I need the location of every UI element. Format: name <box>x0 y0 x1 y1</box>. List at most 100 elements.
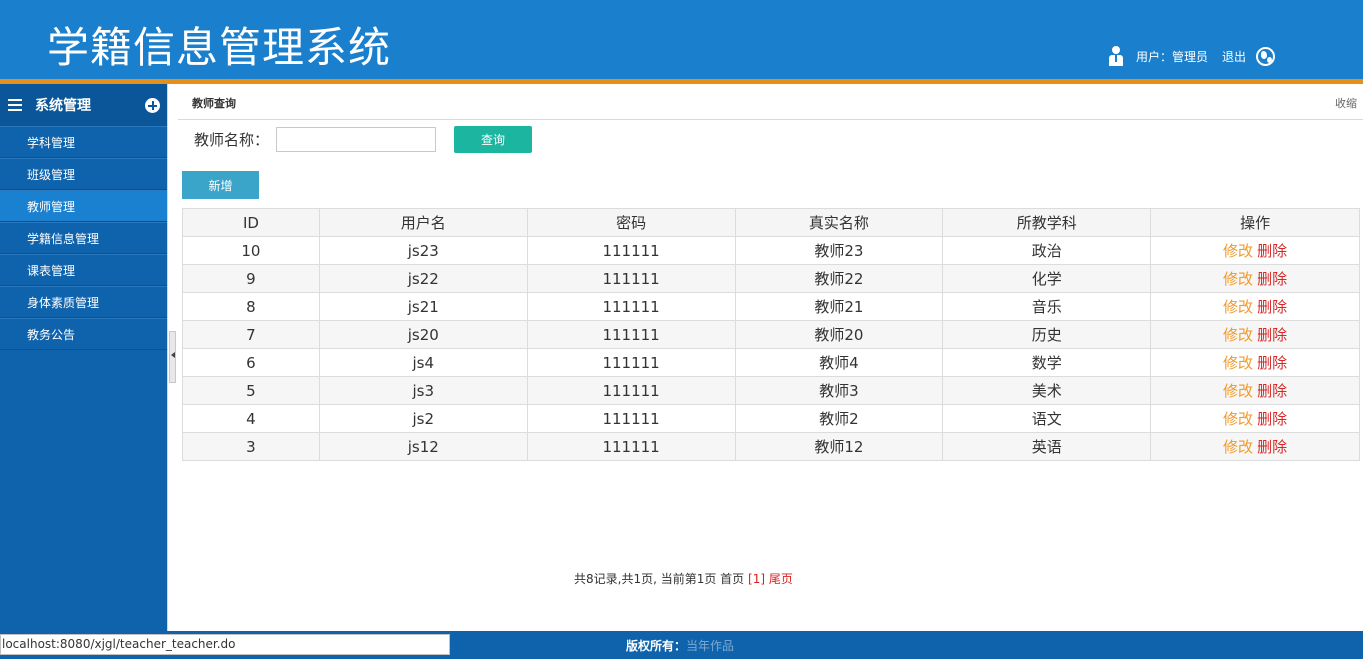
cell-password: 111111 <box>526 432 736 461</box>
pager-last-link[interactable]: 尾页 <box>769 572 793 586</box>
sidebar-item-fitness[interactable]: 身体素质管理 <box>0 286 167 318</box>
edit-link[interactable]: 修改 <box>1223 354 1253 372</box>
cell-username: js23 <box>318 236 528 265</box>
cell-subject: 语文 <box>942 404 1152 433</box>
cell-realname: 教师22 <box>734 264 944 293</box>
cell-id: 6 <box>182 348 320 377</box>
edit-link[interactable]: 修改 <box>1223 242 1253 260</box>
cell-password: 111111 <box>526 264 736 293</box>
app-header: 学籍信息管理系统 用户：管理员 退出 <box>0 0 1363 79</box>
edit-link[interactable]: 修改 <box>1223 298 1253 316</box>
sidebar-splitter <box>167 84 177 631</box>
cell-username: js21 <box>318 292 528 321</box>
delete-link[interactable]: 删除 <box>1257 270 1287 288</box>
delete-link[interactable]: 删除 <box>1257 242 1287 260</box>
edit-link[interactable]: 修改 <box>1223 270 1253 288</box>
sidebar-header[interactable]: 系统管理 <box>0 84 167 126</box>
cell-actions: 修改 删除 <box>1150 348 1360 377</box>
cell-password: 111111 <box>526 236 736 265</box>
cell-password: 111111 <box>526 348 736 377</box>
cell-subject: 政治 <box>942 236 1152 265</box>
sidebar-item-student-record[interactable]: 学籍信息管理 <box>0 222 167 254</box>
cell-password: 111111 <box>526 376 736 405</box>
cell-id: 4 <box>182 404 320 433</box>
table-row: 10 js23 111111 教师23 政治 修改 删除 <box>182 236 1360 265</box>
plus-icon[interactable] <box>145 98 160 113</box>
cell-actions: 修改 删除 <box>1150 236 1360 265</box>
sidebar-item-timetable[interactable]: 课表管理 <box>0 254 167 286</box>
cell-password: 111111 <box>526 292 736 321</box>
delete-link[interactable]: 删除 <box>1257 326 1287 344</box>
chevron-left-icon <box>171 352 175 358</box>
user-icon <box>1108 46 1124 66</box>
delete-link[interactable]: 删除 <box>1257 354 1287 372</box>
edit-link[interactable]: 修改 <box>1223 410 1253 428</box>
cell-id: 9 <box>182 264 320 293</box>
main-content: 教师查询 收缩 教师名称： 查询 新增 ID 用户名 密码 真实名称 所教学科 … <box>178 84 1363 631</box>
sidebar-item-teacher[interactable]: 教师管理 <box>0 190 167 222</box>
cell-username: js2 <box>318 404 528 433</box>
pager-first-link[interactable]: 首页 <box>720 572 744 586</box>
cell-subject: 美术 <box>942 376 1152 405</box>
cell-id: 5 <box>182 376 320 405</box>
delete-link[interactable]: 删除 <box>1257 382 1287 400</box>
pager-summary: 共8记录,共1页, 当前第1页 <box>574 572 721 586</box>
collapse-sidebar-handle[interactable] <box>169 331 176 383</box>
teacher-name-input[interactable] <box>276 127 437 152</box>
sidebar-item-class[interactable]: 班级管理 <box>0 158 167 190</box>
edit-link[interactable]: 修改 <box>1223 382 1253 400</box>
add-button[interactable]: 新增 <box>182 171 259 199</box>
copyright-label: 版权所有： <box>626 639 687 653</box>
sidebar-item-notice[interactable]: 教务公告 <box>0 318 167 350</box>
sidebar: 系统管理 学科管理 班级管理 教师管理 学籍信息管理 课表管理 身体素质管理 教… <box>0 84 167 631</box>
cell-subject: 音乐 <box>942 292 1152 321</box>
cell-password: 111111 <box>526 320 736 349</box>
delete-link[interactable]: 删除 <box>1257 410 1287 428</box>
cell-actions: 修改 删除 <box>1150 264 1360 293</box>
cell-actions: 修改 删除 <box>1150 292 1360 321</box>
teacher-name-label: 教师名称： <box>194 131 270 149</box>
table-row: 8 js21 111111 教师21 音乐 修改 删除 <box>182 292 1360 321</box>
delete-link[interactable]: 删除 <box>1257 298 1287 316</box>
status-bar-url: localhost:8080/xjgl/teacher_teacher.do <box>0 634 450 655</box>
cell-username: js4 <box>318 348 528 377</box>
cell-password: 111111 <box>526 404 736 433</box>
cell-id: 7 <box>182 320 320 349</box>
col-header-realname: 真实名称 <box>734 208 944 237</box>
cell-subject: 历史 <box>942 320 1152 349</box>
cell-realname: 教师20 <box>734 320 944 349</box>
cell-realname: 教师21 <box>734 292 944 321</box>
cell-id: 10 <box>182 236 320 265</box>
list-icon <box>8 99 22 111</box>
edit-link[interactable]: 修改 <box>1223 438 1253 456</box>
cell-realname: 教师4 <box>734 348 944 377</box>
copyright-owner: 当年作品 <box>686 639 735 653</box>
cell-username: js20 <box>318 320 528 349</box>
cell-username: js12 <box>318 432 528 461</box>
app-title: 学籍信息管理系统 <box>47 23 392 72</box>
col-header-password: 密码 <box>526 208 736 237</box>
cell-actions: 修改 删除 <box>1150 320 1360 349</box>
logout-link[interactable]: 退出 <box>1222 48 1246 65</box>
query-button[interactable]: 查询 <box>454 126 533 153</box>
cell-realname: 教师2 <box>734 404 944 433</box>
table-row: 7 js20 111111 教师20 历史 修改 删除 <box>182 320 1360 349</box>
table-row: 9 js22 111111 教师22 化学 修改 删除 <box>182 264 1360 293</box>
col-header-username: 用户名 <box>318 208 528 237</box>
pagination: 共8记录,共1页, 当前第1页 首页 [1] 尾页 <box>574 570 793 587</box>
globe-icon[interactable] <box>1256 46 1276 66</box>
table-header-row: ID 用户名 密码 真实名称 所教学科 操作 <box>182 208 1360 237</box>
pager-current-page: [1] <box>748 572 766 586</box>
cell-realname: 教师23 <box>734 236 944 265</box>
cell-actions: 修改 删除 <box>1150 404 1360 433</box>
sidebar-item-subject[interactable]: 学科管理 <box>0 126 167 158</box>
col-header-subject: 所教学科 <box>942 208 1152 237</box>
table-row: 6 js4 111111 教师4 数学 修改 删除 <box>182 348 1360 377</box>
collapse-link[interactable]: 收缩 <box>1335 95 1357 111</box>
search-row: 教师名称： 查询 <box>194 126 533 153</box>
col-header-id: ID <box>182 208 320 237</box>
delete-link[interactable]: 删除 <box>1257 438 1287 456</box>
cell-username: js22 <box>318 264 528 293</box>
breadcrumb: 教师查询 收缩 <box>178 84 1363 120</box>
edit-link[interactable]: 修改 <box>1223 326 1253 344</box>
